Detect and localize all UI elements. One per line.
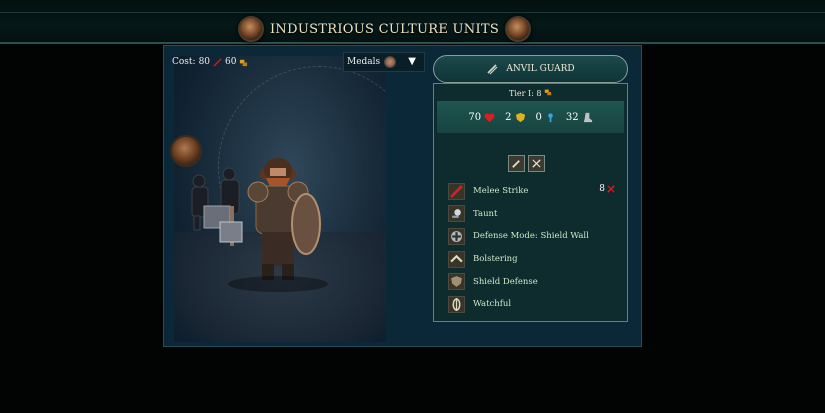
- right-medallion-icon: [505, 16, 532, 42]
- unit-name: ANVIL GUARD: [506, 64, 575, 74]
- damage-value: 8: [599, 184, 605, 194]
- damage-stat: 8: [599, 184, 615, 194]
- ability-shield-defense[interactable]: Shield Defense: [448, 270, 624, 293]
- top-divider: [0, 12, 825, 13]
- movement-stat: 32: [566, 112, 593, 123]
- magic-stat: 0: [536, 112, 556, 123]
- ability-melee-strike[interactable]: Melee Strike 8: [448, 180, 624, 203]
- gold-icon: [544, 89, 552, 96]
- shield-defense-icon: [448, 273, 465, 291]
- movement-value: 32: [565, 111, 579, 123]
- weapon-slot-1[interactable]: [508, 155, 525, 172]
- health-stat: 70: [468, 112, 495, 123]
- medals-dropdown[interactable]: Medals ▼: [343, 52, 425, 72]
- ability-taunt[interactable]: Taunt: [448, 203, 624, 226]
- health-value: 70: [468, 111, 482, 123]
- ability-list: Melee Strike 8 Taunt Defense Mode: Shiel…: [448, 180, 624, 316]
- crossed-weapons-icon: [487, 64, 498, 75]
- unit-tier: Tier I: 8: [434, 88, 627, 98]
- armor-stat: 2: [505, 112, 525, 123]
- tier-label: Tier I: 8: [508, 89, 542, 98]
- crossed-weapons-icon: [532, 159, 541, 168]
- medal-icon: [384, 56, 397, 68]
- ability-label: Watchful: [473, 299, 512, 310]
- gold-icon: [240, 59, 248, 66]
- ability-label: Defense Mode: Shield Wall: [473, 231, 589, 242]
- left-medallion-icon: [238, 16, 264, 42]
- weapon-slots: [508, 155, 545, 172]
- bolstering-icon: [448, 250, 465, 268]
- unit-card-body: Tier I: 8 70 2 0 32 Melee Strike 8 Taunt…: [433, 83, 628, 322]
- shield-icon: [515, 112, 525, 122]
- ability-bolstering[interactable]: Bolstering: [448, 248, 624, 271]
- ability-label: Shield Defense: [473, 276, 538, 287]
- ability-shield-wall[interactable]: Defense Mode: Shield Wall: [448, 225, 624, 248]
- melee-strike-icon: [448, 182, 465, 200]
- unit-medal-icon[interactable]: [170, 135, 202, 167]
- cost-value: 80: [198, 57, 211, 67]
- shield-wall-icon: [448, 227, 465, 245]
- spear-icon: [213, 57, 222, 67]
- title-banner: INDUSTRIOUS CULTURE UNITS: [238, 14, 532, 44]
- anvil-guard-figure: [191, 158, 328, 292]
- damage-icon: [607, 185, 615, 193]
- unit-preview: [174, 56, 386, 342]
- magic-icon: [548, 112, 553, 122]
- chevron-down-icon[interactable]: ▼: [408, 56, 416, 67]
- weapon-slot-2[interactable]: [528, 155, 545, 172]
- heart-icon: [484, 112, 495, 122]
- unit-cost: Cost: 80 60: [172, 57, 248, 67]
- cost-label: Cost:: [172, 57, 196, 67]
- taunt-icon: [448, 205, 465, 223]
- unit-panel: Cost: 80 60 Medals ▼ ANVIL GUARD Tier I:…: [163, 45, 642, 347]
- ability-label: Bolstering: [473, 254, 518, 265]
- ability-label: Taunt: [473, 208, 498, 219]
- medals-dropdown-value: Medals: [347, 57, 381, 67]
- hammer-icon: [512, 160, 520, 168]
- ability-watchful[interactable]: Watchful: [448, 293, 624, 316]
- unit-card-header: ANVIL GUARD: [433, 55, 628, 83]
- armor-value: 2: [505, 111, 512, 123]
- magic-value: 0: [535, 111, 542, 123]
- ability-label: Melee Strike: [473, 186, 529, 197]
- gold-value: 60: [225, 57, 237, 67]
- page-title: INDUSTRIOUS CULTURE UNITS: [270, 21, 500, 37]
- unit-stats: 70 2 0 32: [437, 101, 624, 133]
- boot-icon: [583, 112, 592, 122]
- watchful-icon: [448, 295, 465, 313]
- unit-card: ANVIL GUARD Tier I: 8 70 2 0 32 Melee St…: [433, 55, 628, 322]
